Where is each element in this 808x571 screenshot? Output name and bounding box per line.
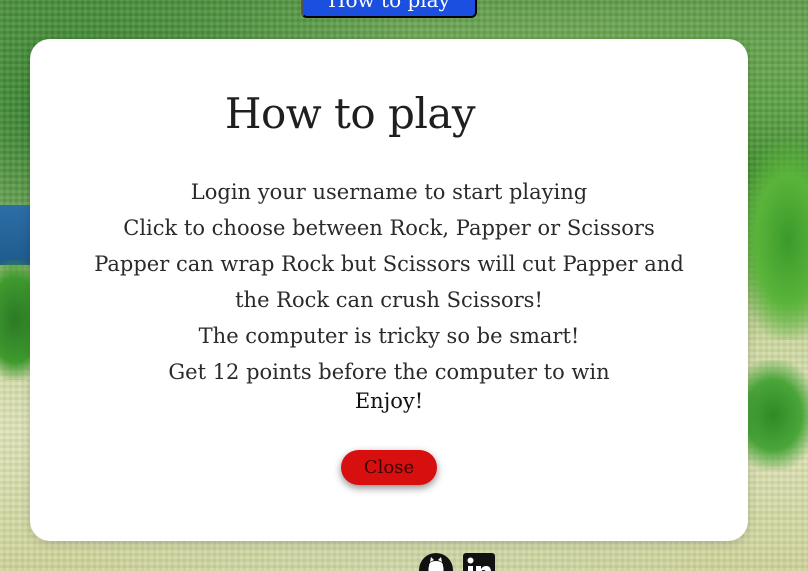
how-to-play-button[interactable]: How to play xyxy=(301,0,477,18)
linkedin-icon[interactable] xyxy=(462,552,498,571)
instructions-list: Login your username to start playing Cli… xyxy=(30,174,748,390)
close-button[interactable]: Close xyxy=(341,450,437,485)
how-to-play-modal: How to play Login your username to start… xyxy=(30,39,748,541)
instruction-item: Click to choose between Rock, Papper or … xyxy=(123,216,655,240)
footer-social-links xyxy=(418,552,498,571)
instruction-item: Papper can wrap Rock but Scissors will c… xyxy=(94,252,684,312)
github-icon[interactable] xyxy=(418,552,454,571)
enjoy-text: Enjoy! xyxy=(354,389,424,413)
game-background: How to play How to play Login your usern… xyxy=(0,0,808,571)
modal-title: How to play xyxy=(224,89,476,138)
instruction-item: The computer is tricky so be smart! xyxy=(198,324,580,348)
instruction-item: Login your username to start playing xyxy=(190,180,588,204)
background-foliage-right xyxy=(738,140,808,340)
instruction-item: Get 12 points before the computer to win xyxy=(168,360,610,384)
